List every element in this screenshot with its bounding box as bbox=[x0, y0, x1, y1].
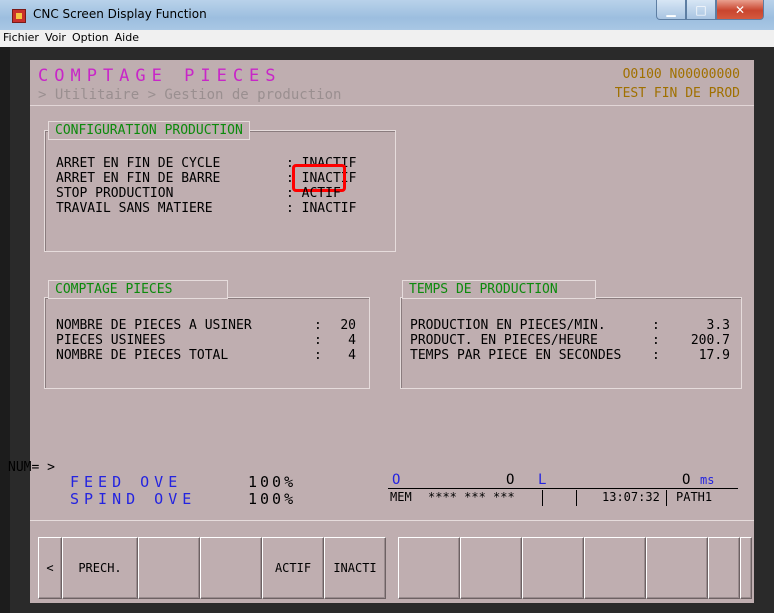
status-o1: O bbox=[392, 472, 401, 488]
softkey-back[interactable]: < bbox=[38, 537, 62, 599]
counting-tab: COMPTAGE PIECES bbox=[48, 280, 228, 299]
softkey-12[interactable] bbox=[708, 537, 740, 599]
counting-sep-2: : bbox=[314, 333, 322, 348]
program-number: O0100 N00000000 bbox=[622, 67, 740, 82]
status-mode: MEM bbox=[390, 490, 412, 504]
minimize-button[interactable]: ▁ bbox=[656, 0, 686, 20]
timing-label-1: PRODUCTION EN PIECES/MIN. bbox=[410, 318, 606, 333]
status-l: L bbox=[538, 472, 547, 488]
softkey-prech[interactable]: PRECH. bbox=[62, 537, 138, 599]
softkey-10[interactable] bbox=[584, 537, 646, 599]
config-tab: CONFIGURATION PRODUCTION bbox=[48, 121, 250, 140]
counting-value-2: 4 bbox=[348, 333, 356, 348]
softkey-actif[interactable]: ACTIF bbox=[262, 537, 324, 599]
status-sep-3 bbox=[666, 490, 667, 506]
maximize-button[interactable]: □ bbox=[686, 0, 716, 20]
page-title: COMPTAGE PIECES bbox=[38, 66, 282, 86]
softkey-7[interactable] bbox=[398, 537, 460, 599]
window-title: CNC Screen Display Function bbox=[33, 7, 207, 21]
softkey-9[interactable] bbox=[522, 537, 584, 599]
counting-label-1: NOMBRE DE PIECES A USINER bbox=[56, 318, 252, 333]
menu-option[interactable]: Option bbox=[69, 30, 112, 44]
config-label-3: STOP PRODUCTION bbox=[56, 186, 174, 201]
config-value-3[interactable]: : ACTIF bbox=[286, 186, 341, 201]
status-path: PATH1 bbox=[676, 490, 713, 504]
timing-label-2: PRODUCT. EN PIECES/HEURE bbox=[410, 333, 598, 348]
softkey-inacti[interactable]: INACTI bbox=[324, 537, 386, 599]
counting-label-2: PIECES USINEES bbox=[56, 333, 166, 348]
counting-value-3: 4 bbox=[348, 348, 356, 363]
spindle-override-label: SPIND OVE bbox=[70, 490, 197, 508]
timing-value-1: 3.3 bbox=[706, 318, 730, 333]
status-divider bbox=[388, 488, 738, 489]
softkey-11[interactable] bbox=[646, 537, 708, 599]
header-divider bbox=[30, 105, 754, 106]
status-sep-2 bbox=[576, 490, 577, 506]
window-controls: ▁ □ ✕ bbox=[656, 0, 764, 20]
num-prompt[interactable]: NUM= > bbox=[8, 460, 55, 475]
menu-voir[interactable]: Voir bbox=[42, 30, 69, 44]
cnc-screen: COMPTAGE PIECES > Utilitaire > Gestion d… bbox=[30, 60, 754, 603]
window-frame bbox=[0, 47, 10, 613]
config-value-4[interactable]: : INACTIF bbox=[286, 201, 356, 216]
status-time: 13:07:32 bbox=[602, 490, 660, 504]
menu-bar: Fichier Voir Option Aide bbox=[0, 30, 774, 47]
config-label-2: ARRET EN FIN DE BARRE bbox=[56, 171, 221, 186]
breadcrumb: > Utilitaire > Gestion de production bbox=[38, 87, 342, 103]
softkey-4[interactable] bbox=[200, 537, 262, 599]
timing-tab: TEMPS DE PRODUCTION bbox=[402, 280, 596, 299]
counting-sep-3: : bbox=[314, 348, 322, 363]
status-ms-unit: ms bbox=[700, 473, 715, 487]
timing-sep-2: : bbox=[652, 333, 660, 348]
timing-sep-3: : bbox=[652, 348, 660, 363]
softkey-bar: < PRECH. ACTIF INACTI bbox=[30, 520, 754, 603]
timing-label-3: TEMPS PAR PIECE EN SECONDES bbox=[410, 348, 622, 363]
softkey-next[interactable] bbox=[740, 537, 752, 599]
timing-value-3: 17.9 bbox=[698, 348, 730, 363]
config-label-1: ARRET EN FIN DE CYCLE bbox=[56, 156, 221, 171]
status-o2: O bbox=[506, 472, 515, 488]
spindle-override-value: 100% bbox=[248, 490, 297, 508]
window-titlebar: CNC Screen Display Function ▁ □ ✕ bbox=[0, 0, 774, 30]
feed-override-value: 100% bbox=[248, 473, 297, 491]
app-icon bbox=[12, 9, 26, 23]
counting-value-1: 20 bbox=[340, 318, 356, 333]
status-sep-1 bbox=[542, 490, 543, 506]
timing-value-2: 200.7 bbox=[690, 333, 730, 348]
close-button[interactable]: ✕ bbox=[716, 0, 764, 20]
status-ms-value: O bbox=[682, 472, 691, 488]
softkey-3[interactable] bbox=[138, 537, 200, 599]
menu-aide[interactable]: Aide bbox=[112, 30, 142, 44]
status-stars: **** *** *** bbox=[428, 490, 515, 504]
mode-status: TEST FIN DE PROD bbox=[614, 86, 740, 101]
counting-sep-1: : bbox=[314, 318, 322, 333]
config-label-4: TRAVAIL SANS MATIERE bbox=[56, 201, 213, 216]
menu-fichier[interactable]: Fichier bbox=[0, 30, 42, 44]
counting-label-3: NOMBRE DE PIECES TOTAL bbox=[56, 348, 229, 363]
feed-override-label: FEED OVE bbox=[70, 473, 183, 491]
timing-sep-1: : bbox=[652, 318, 660, 333]
softkey-8[interactable] bbox=[460, 537, 522, 599]
